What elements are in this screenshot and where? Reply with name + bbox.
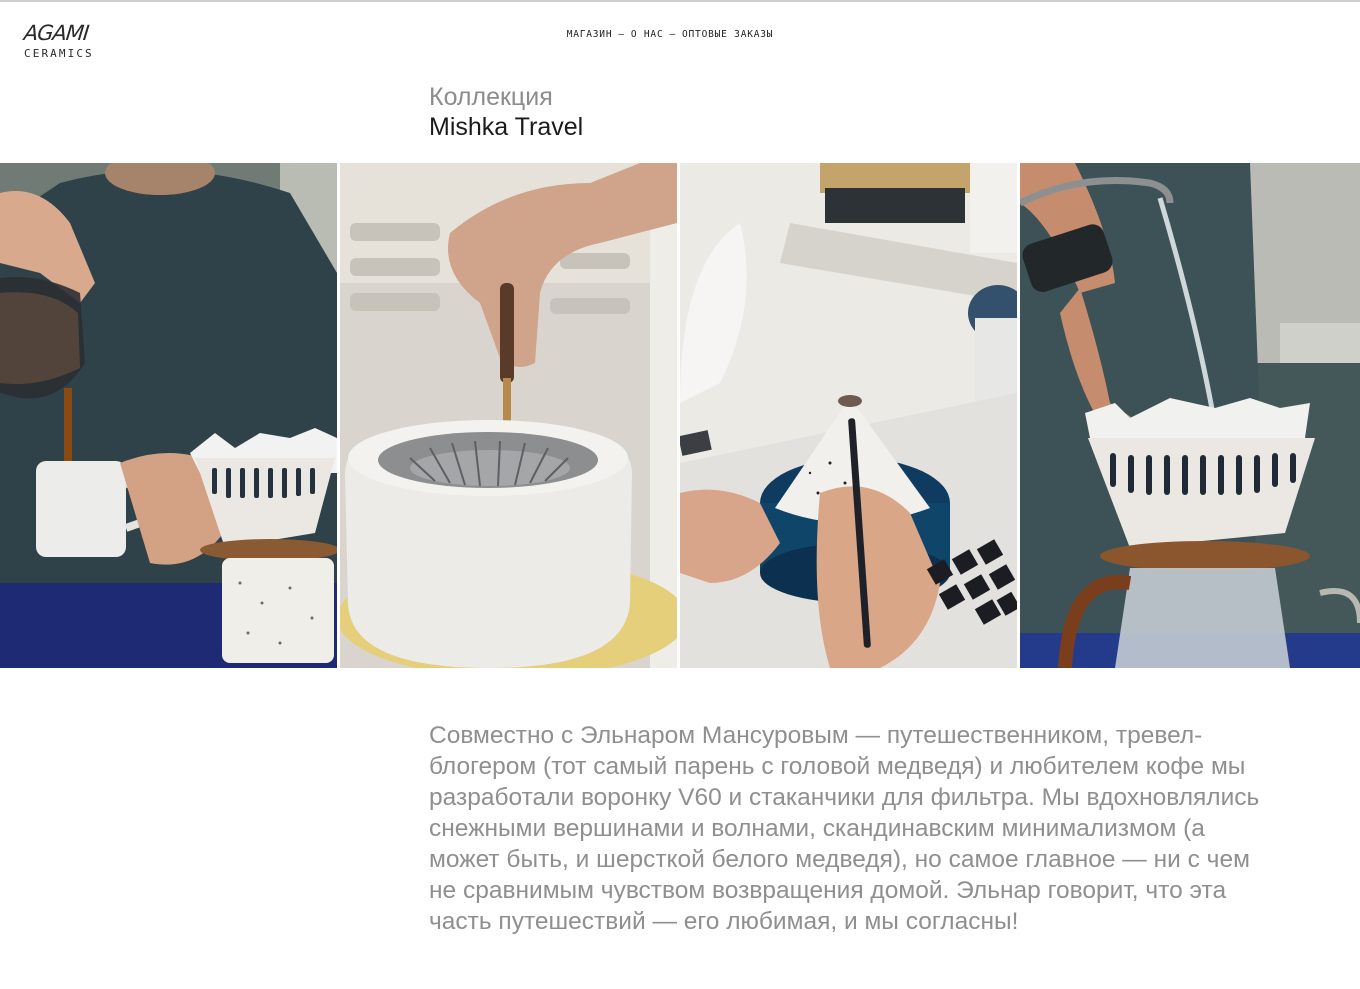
collection-description: Совместно с Эльнаром Мансуровым — путеше… <box>429 722 1260 935</box>
page: AGAMI CERAMICS МАГАЗИН — О НАС — ОПТОВЫЕ ЗАК… <box>0 0 1360 989</box>
collection-label: Коллекция <box>429 83 553 111</box>
photo-carving-ceramic-funnel <box>340 163 677 668</box>
gallery-photo[interactable] <box>340 163 677 668</box>
photo-pouring-coffee-into-mug <box>0 163 337 668</box>
gallery-photo[interactable] <box>0 163 337 668</box>
nav-separator: — <box>618 29 625 40</box>
collection-name: Mishka Travel <box>429 113 584 141</box>
photo-pour-over-with-kettle <box>1020 163 1360 668</box>
nav-item-shop[interactable]: МАГАЗИН <box>567 29 613 40</box>
gallery-photo[interactable] <box>1020 163 1360 668</box>
logo-subtitle: CERAMICS <box>24 47 94 60</box>
photo-gallery <box>0 163 1360 668</box>
nav-separator: — <box>669 29 677 40</box>
top-divider <box>0 0 1360 2</box>
nav-item-wholesale[interactable]: ОПТОВЫЕ ЗАКАЗЫ <box>682 29 773 40</box>
main-nav: МАГАЗИН — О НАС — ОПТОВЫЕ ЗАКАЗЫ <box>0 29 1340 40</box>
gallery-photo[interactable] <box>680 163 1017 668</box>
photo-painting-ceramic-cone <box>680 163 1017 668</box>
collection-heading: Коллекция Mishka Travel <box>429 82 583 142</box>
nav-item-about[interactable]: О НАС <box>631 29 664 40</box>
